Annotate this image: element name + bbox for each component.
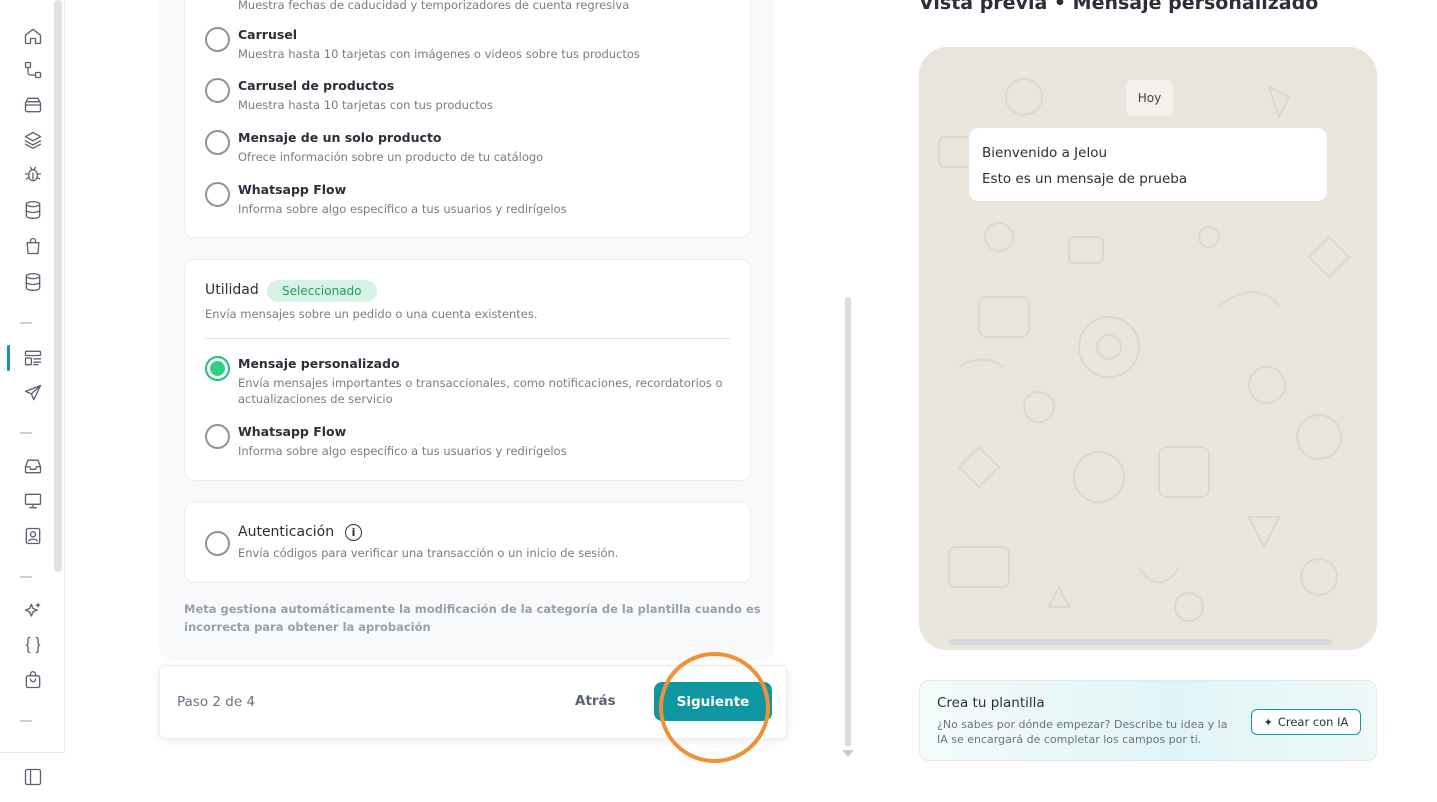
radio-button[interactable] [205, 424, 230, 449]
sidebar [0, 0, 65, 802]
radio-button[interactable] [205, 130, 230, 155]
option-carousel[interactable]: Carrusel Muestra hasta 10 tarjetas con i… [185, 27, 745, 77]
note-line: incorrecta para obtener la aprobación [184, 620, 431, 634]
authentication-card[interactable]: Autenticación i Envía códigos para verif… [184, 501, 751, 583]
option-title: Mensaje de un solo producto [238, 130, 442, 145]
category-description: Envía códigos para verificar una transac… [238, 546, 619, 560]
category-title: Utilidad [205, 282, 259, 298]
selected-badge: Seleccionado [267, 280, 377, 302]
ai-card-title: Crea tu plantilla [937, 695, 1045, 711]
sidebar-footer [0, 752, 65, 802]
shopping-bag-icon[interactable] [21, 234, 45, 258]
option-title: Whatsapp Flow [238, 182, 347, 197]
database-stack-icon[interactable] [21, 270, 45, 294]
panel-scrollbar[interactable] [845, 297, 851, 747]
message-bubble: Bienvenido a Jelou Esto es un mensaje de… [969, 128, 1327, 201]
option-description: Envía mensajes importantes o transaccion… [238, 376, 723, 390]
active-indicator [7, 345, 10, 371]
option-single-product[interactable]: Mensaje de un solo producto Ofrece infor… [185, 130, 745, 180]
step-indicator: Paso 2 de 4 [177, 694, 256, 710]
divider [205, 338, 730, 339]
inbox-icon[interactable] [21, 454, 45, 478]
option-description: Ofrece información sobre un producto de … [238, 150, 544, 164]
database-icon[interactable] [21, 198, 45, 222]
utility-card[interactable]: Utilidad Seleccionado Envía mensajes sob… [184, 259, 751, 481]
note-line: Meta gestiona automáticamente la modific… [184, 602, 761, 616]
radio-button[interactable] [205, 531, 230, 556]
sidebar-scrollbar[interactable] [54, 0, 62, 572]
message-body: Esto es un mensaje de prueba [982, 171, 1188, 187]
preview-scrollbar[interactable] [949, 639, 1332, 645]
category-title: Autenticación [238, 524, 335, 540]
option-whatsapp-flow[interactable]: Whatsapp Flow Informa sobre algo específ… [185, 182, 745, 232]
sidebar-divider [20, 576, 32, 578]
ai-template-card: Crea tu plantilla ¿No sabes por dónde em… [919, 680, 1377, 761]
create-with-ai-label: Crear con IA [1277, 715, 1349, 729]
option-description: Informa sobre algo específico a tus usua… [238, 444, 567, 458]
option-title: Carrusel [238, 27, 298, 42]
sparkle-icon: ✦ [1263, 715, 1273, 729]
option-description: Informa sobre algo específico a tus usua… [238, 202, 567, 216]
sidebar-divider [20, 322, 32, 324]
marketing-card: Muestra fechas de caducidad y temporizad… [184, 0, 751, 238]
sidebar-divider [20, 432, 32, 434]
shop-icon[interactable] [21, 668, 45, 692]
option-title: Carrusel de productos [238, 78, 395, 93]
option-description: Muestra hasta 10 tarjetas con imágenes o… [238, 47, 640, 61]
message-title: Bienvenido a Jelou [982, 145, 1108, 161]
date-chip: Hoy [1126, 80, 1173, 116]
sidebar-divider [20, 720, 32, 722]
archive-icon[interactable] [21, 93, 45, 117]
option-title: Mensaje personalizado [238, 356, 400, 371]
preview-title: Vista previa • Mensaje personalizado [919, 0, 1319, 14]
templates-icon[interactable] [21, 346, 45, 370]
radio-button[interactable] [205, 78, 230, 103]
category-description: Envía mensajes sobre un pedido o una cue… [205, 307, 538, 321]
ai-card-description: ¿No sabes por dónde empezar? Describe tu… [937, 718, 1228, 746]
bug-icon[interactable] [21, 162, 45, 186]
whatsapp-preview: Hoy Bienvenido a Jelou Esto es un mensaj… [919, 47, 1377, 650]
next-button[interactable]: Siguiente [654, 682, 772, 721]
option-description: actualizaciones de servicio [238, 392, 393, 406]
meta-note: Meta gestiona automáticamente la modific… [184, 600, 761, 636]
back-button[interactable]: Atrás [575, 693, 616, 709]
contacts-icon[interactable] [21, 524, 45, 548]
braces-icon[interactable] [21, 633, 45, 657]
sidebar-toggle-icon[interactable] [21, 765, 45, 789]
option-title: Whatsapp Flow [238, 424, 347, 439]
create-with-ai-button[interactable]: ✦ Crear con IA [1251, 709, 1361, 735]
scroll-down-icon[interactable] [842, 750, 854, 757]
radio-button[interactable] [205, 182, 230, 207]
radio-button[interactable] [205, 27, 230, 52]
send-icon[interactable] [21, 381, 45, 405]
layers-icon[interactable] [21, 128, 45, 152]
radio-button-selected[interactable] [205, 356, 230, 381]
option-custom-message[interactable]: Mensaje personalizado Envía mensajes imp… [185, 356, 745, 412]
option-product-carousel[interactable]: Carrusel de productos Muestra hasta 10 t… [185, 78, 745, 128]
workflow-icon[interactable] [21, 58, 45, 82]
option-description: Muestra hasta 10 tarjetas con tus produc… [238, 98, 493, 112]
info-icon[interactable]: i [345, 524, 362, 541]
option-whatsapp-flow[interactable]: Whatsapp Flow Informa sobre algo específ… [185, 424, 745, 474]
home-icon[interactable] [21, 24, 45, 48]
wizard-footer: Paso 2 de 4 Atrás Siguiente [159, 665, 787, 739]
option-description: Muestra fechas de caducidad y temporizad… [238, 0, 630, 12]
sparkles-icon[interactable] [21, 599, 45, 623]
monitor-icon[interactable] [21, 489, 45, 513]
